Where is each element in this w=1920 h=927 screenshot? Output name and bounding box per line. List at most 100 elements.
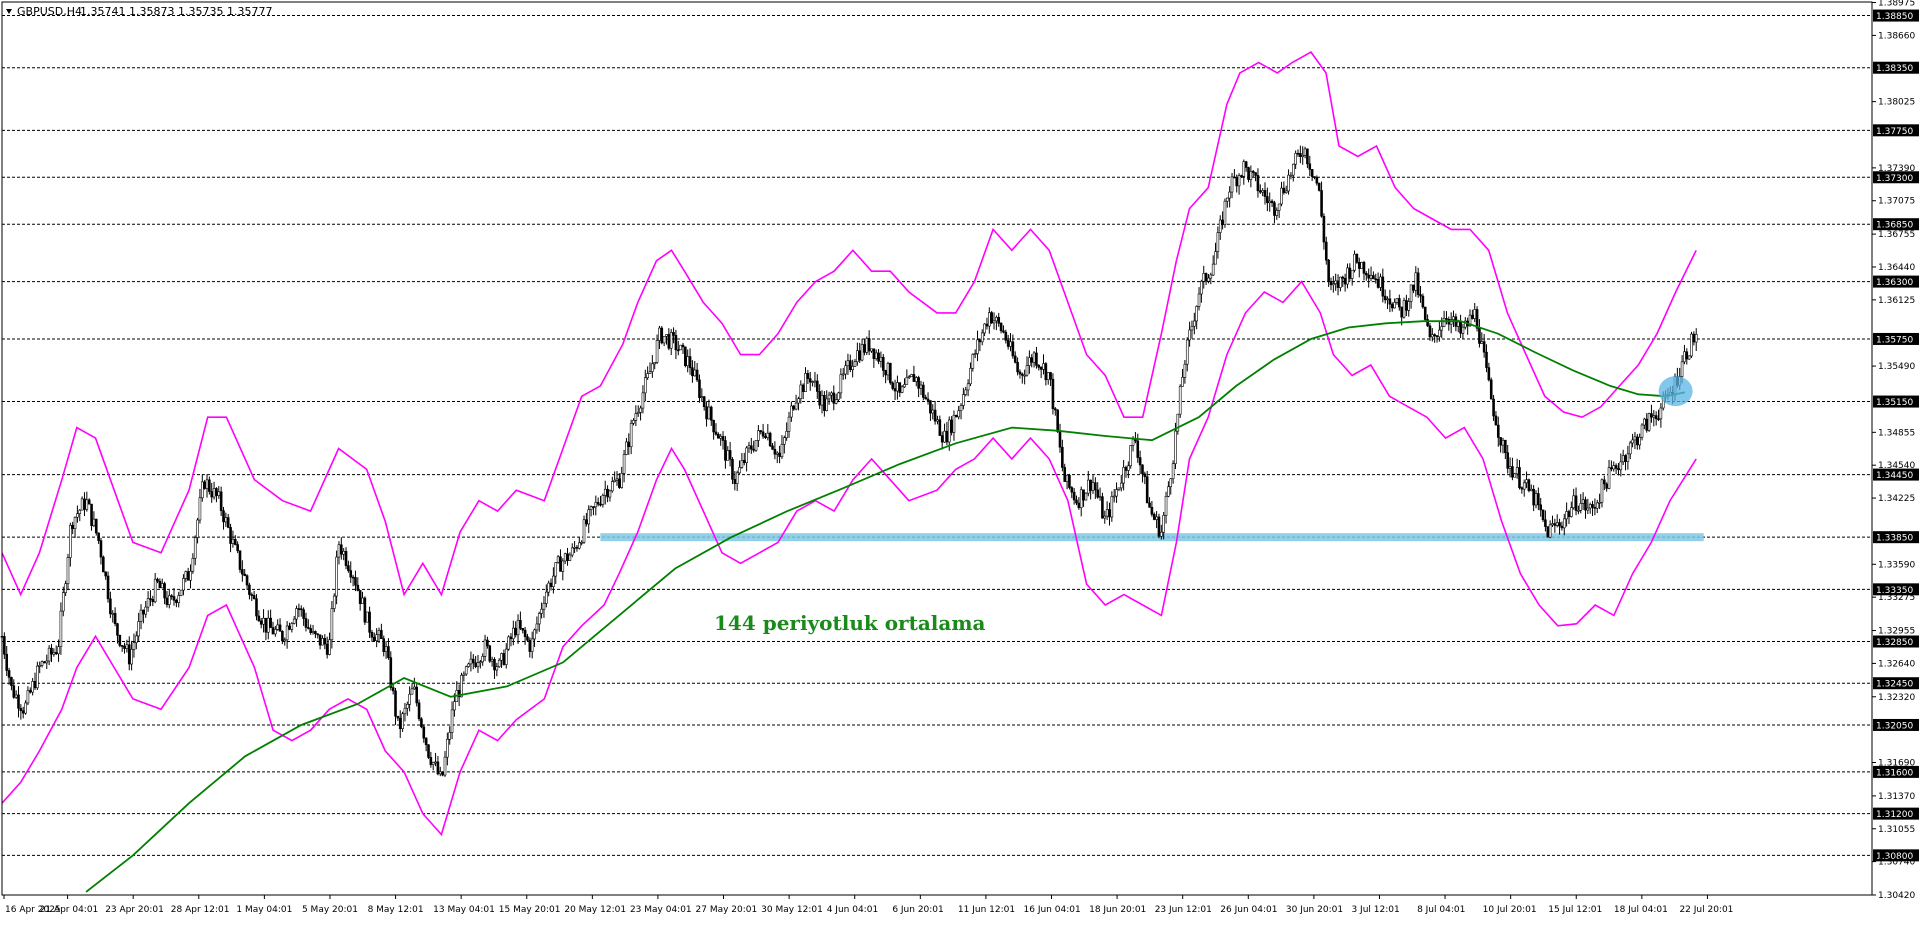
candle-body (1485, 351, 1488, 368)
candle-body (985, 323, 989, 327)
candle-body (490, 659, 494, 662)
candle-body (243, 573, 247, 576)
candle-body (1570, 507, 1573, 517)
candle-body (1221, 219, 1224, 225)
candle-body (747, 445, 751, 449)
candle-body (1680, 361, 1684, 377)
level-tag-label: 1.34450 (1876, 471, 1913, 481)
candle-body (123, 645, 126, 649)
candle-body (281, 631, 284, 642)
candle-body (596, 502, 600, 505)
candle-body (358, 590, 362, 604)
candle-body (698, 379, 701, 398)
level-tag-label: 1.38850 (1876, 12, 1913, 22)
candle-body (990, 312, 993, 324)
candle-body (1518, 467, 1521, 488)
candle-body (1226, 197, 1229, 202)
candle-body (1167, 486, 1170, 497)
candle-body (1357, 262, 1361, 269)
candle-body (356, 584, 360, 591)
candle-body (217, 491, 221, 496)
candle-body (340, 544, 343, 555)
candle-body (1324, 241, 1328, 261)
candle-body (832, 392, 836, 404)
ohlc-label: 1.35741 1.35873 1.35735 1.35777 (80, 5, 272, 18)
candle-body (761, 431, 765, 437)
candle-body (1626, 453, 1630, 463)
candle-body (1355, 253, 1359, 263)
candle-body (651, 363, 654, 372)
candle-body (700, 396, 704, 399)
candle-body (443, 756, 447, 776)
candle-body (608, 490, 612, 498)
candle-body (309, 628, 312, 634)
x-tick-label: 5 May 20:01 (302, 905, 358, 915)
candle-body (535, 623, 539, 631)
y-tick-label: 1.34225 (1878, 494, 1915, 504)
candle-body (120, 645, 124, 647)
candle-body (14, 694, 18, 698)
candle-body (1214, 251, 1217, 265)
candle-body (1200, 281, 1203, 295)
candle-body (415, 686, 419, 704)
candle-body (1143, 473, 1147, 477)
level-tag-label: 1.35150 (1876, 398, 1913, 408)
candle-body (1075, 499, 1078, 504)
candle-body (1506, 452, 1510, 469)
candle-body (1374, 278, 1378, 281)
candle-body (1383, 295, 1387, 301)
candle-body (365, 611, 369, 623)
candle-body (1607, 467, 1611, 489)
candle-body (12, 685, 16, 698)
candle-body (754, 440, 758, 451)
candle-body (408, 693, 411, 705)
candle-body (1624, 455, 1627, 463)
y-tick-label: 1.38975 (1878, 0, 1915, 9)
chart-background (0, 0, 1920, 927)
candle-body (495, 666, 499, 671)
candle-body (1558, 522, 1561, 527)
candle-body (469, 658, 473, 665)
candle-body (1473, 309, 1477, 319)
candle-body (820, 395, 824, 406)
level-tag-label: 1.35750 (1876, 335, 1913, 345)
candle-body (462, 673, 466, 676)
candle-body (3, 636, 6, 655)
candle-body (106, 575, 110, 600)
candle-body (684, 346, 687, 367)
candle-body (537, 613, 541, 625)
candle-body (156, 578, 159, 582)
candle-body (533, 629, 536, 640)
candle-body (215, 488, 218, 496)
candle-body (919, 384, 923, 389)
candle-body (1520, 487, 1524, 490)
price-chart[interactable]: 144 periyotluk ortalama 1.38850 1.38350 1.… (0, 0, 1920, 927)
candle-body (144, 606, 148, 615)
candle-body (363, 597, 367, 623)
candle-body (686, 356, 689, 367)
candle-body (1273, 202, 1276, 216)
candle-body (203, 481, 206, 489)
candle-body (1303, 148, 1307, 156)
candle-body (848, 360, 852, 371)
candle-body (1501, 439, 1505, 446)
candle-body (135, 635, 138, 643)
symbol-label: GBPUSD,H4 (17, 5, 82, 18)
candle-body (898, 382, 902, 393)
candle-body (111, 612, 115, 615)
candle-body (380, 630, 383, 639)
candle-body (337, 544, 341, 558)
y-tick-label: 1.37075 (1878, 197, 1915, 207)
y-tick-label: 1.32955 (1878, 627, 1915, 637)
candle-body (804, 373, 807, 392)
candle-body (1068, 474, 1071, 488)
candle-body (1379, 276, 1382, 288)
candle-body (587, 509, 591, 525)
candle-body (867, 338, 871, 352)
candle-body (52, 652, 56, 655)
candle-body (1193, 320, 1196, 327)
level-tag-label: 1.32850 (1876, 638, 1913, 648)
candle-body (464, 666, 468, 675)
candle-body (1094, 482, 1097, 491)
candle-body (1011, 341, 1015, 357)
